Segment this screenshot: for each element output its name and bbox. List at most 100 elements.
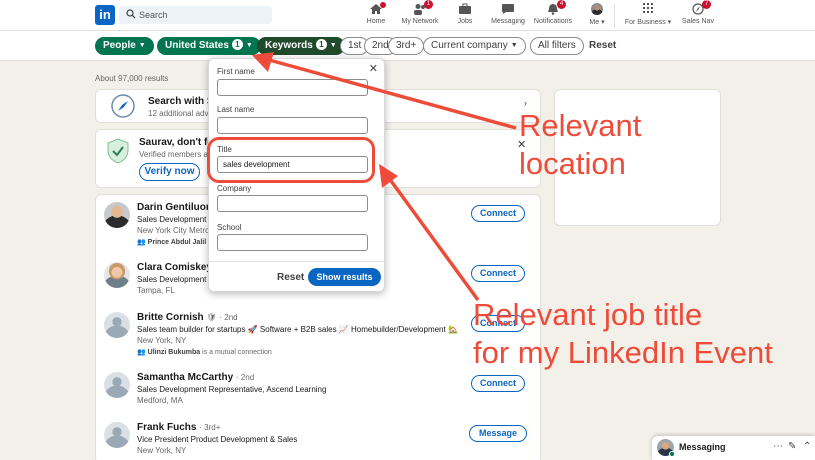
nav-sales-nav[interactable]: 7 Sales Nav bbox=[680, 0, 716, 29]
nav-messaging[interactable]: Messaging bbox=[490, 3, 526, 29]
all-filters-button[interactable]: All filters bbox=[530, 37, 584, 55]
nav-for-business[interactable]: For Business ▾ bbox=[624, 3, 672, 29]
annotation-location-line2: location bbox=[519, 146, 626, 181]
nav-me-label: Me ▾ bbox=[589, 19, 605, 26]
annotation-location-line1: Relevant bbox=[519, 108, 642, 143]
messaging-icon bbox=[502, 4, 514, 14]
network-icon: 1 bbox=[413, 0, 433, 15]
nav-my-network[interactable]: 1 My Network bbox=[400, 0, 440, 29]
school-label: School bbox=[217, 223, 242, 232]
filter-keywords-count: 1 bbox=[315, 39, 327, 50]
dropdown-reset-button[interactable]: Reset bbox=[277, 272, 304, 283]
save-search-subtitle: 12 additional adv bbox=[148, 109, 209, 118]
me-avatar bbox=[591, 3, 603, 15]
chevron-down-icon: ▼ bbox=[245, 42, 253, 49]
connect-button[interactable]: Connect bbox=[471, 205, 525, 222]
person-mutual: 👥 Ulinzi Bukumba is a mutual connection bbox=[137, 348, 272, 356]
person-name[interactable]: Frank Fuchs · 3rd+ bbox=[137, 422, 220, 433]
show-results-button[interactable]: Show results bbox=[308, 268, 381, 286]
person-name[interactable]: Britte Cornish 🛡 · 2nd bbox=[137, 312, 238, 323]
nav-messaging-label: Messaging bbox=[491, 18, 525, 25]
avatar[interactable] bbox=[104, 422, 130, 448]
school-field[interactable] bbox=[217, 234, 368, 251]
person-name[interactable]: Clara Comiskey bbox=[137, 262, 212, 273]
nav-me[interactable]: Me ▾ bbox=[586, 3, 608, 29]
chevron-up-icon[interactable]: ⌃ bbox=[803, 441, 811, 452]
first-name-field[interactable] bbox=[217, 79, 368, 96]
nav-sales-nav-label: Sales Nav bbox=[682, 18, 714, 25]
avatar[interactable] bbox=[104, 372, 130, 398]
filter-people-label: People bbox=[103, 40, 136, 51]
nav-home[interactable]: Home bbox=[364, 2, 388, 29]
search-icon bbox=[126, 9, 136, 19]
last-name-field[interactable] bbox=[217, 117, 368, 134]
person-mutual: 👥 Prince Abdul Jalil bbox=[137, 238, 206, 246]
filter-current-company[interactable]: Current company ▼ bbox=[423, 37, 526, 55]
filter-keywords-label: Keywords bbox=[265, 40, 313, 51]
messaging-label: Messaging bbox=[679, 442, 726, 452]
results-count: About 97,000 results bbox=[95, 74, 169, 83]
mutual-text: is a mutual connection bbox=[200, 349, 272, 356]
person-name-text: Britte Cornish bbox=[137, 312, 204, 323]
title-highlight bbox=[207, 137, 375, 183]
nav-home-label: Home bbox=[366, 18, 386, 25]
network-badge: 1 bbox=[424, 0, 433, 9]
compose-icon[interactable]: ✎ bbox=[788, 441, 796, 452]
avatar[interactable] bbox=[104, 262, 130, 288]
search-box[interactable] bbox=[119, 6, 272, 24]
company-label: Company bbox=[217, 184, 252, 193]
nav-notifications-label: Notifications bbox=[533, 18, 573, 25]
reset-filters-button[interactable]: Reset bbox=[589, 40, 616, 51]
sales-nav-badge: 7 bbox=[702, 0, 711, 9]
more-icon[interactable]: ⋯ bbox=[773, 441, 783, 452]
annotation-title-line1: Relevant job title bbox=[473, 297, 703, 332]
chevron-down-icon: ▼ bbox=[510, 42, 518, 49]
mutual-name: Ulinzi Bukumba bbox=[147, 349, 201, 356]
annotation-location: Relevant location bbox=[519, 107, 641, 183]
connect-button[interactable]: Connect bbox=[471, 375, 525, 392]
mutual-icon: 👥 bbox=[137, 239, 148, 246]
person-name[interactable]: Samantha McCarthy · 2nd bbox=[137, 372, 254, 383]
dropdown-divider bbox=[209, 261, 384, 262]
online-status-dot bbox=[669, 451, 675, 457]
search-input[interactable] bbox=[139, 8, 267, 22]
top-navigation: in Home 1 My Network Jobs Messaging 4 No… bbox=[0, 0, 815, 31]
person-title: Sales team builder for startups 🚀 Softwa… bbox=[137, 325, 458, 334]
nav-jobs-label: Jobs bbox=[457, 18, 473, 25]
annotation-title-line2: for my LinkedIn Event bbox=[473, 335, 773, 370]
mutual-name: Prince Abdul Jalil bbox=[147, 239, 207, 246]
nav-notifications[interactable]: 4 Notifications bbox=[532, 0, 574, 29]
person-title: Sales Development Representative, Ascend… bbox=[137, 385, 327, 394]
filter-location[interactable]: United States 1 ▼ bbox=[157, 37, 261, 55]
close-icon[interactable]: ✕ bbox=[369, 62, 378, 75]
nav-jobs[interactable]: Jobs bbox=[454, 3, 476, 29]
messaging-bar[interactable]: Messaging ⋯ ✎ ⌃ bbox=[652, 436, 815, 460]
avatar[interactable] bbox=[104, 312, 130, 338]
person-location: Medford, MA bbox=[137, 396, 183, 405]
notifications-badge: 4 bbox=[557, 0, 566, 9]
linkedin-logo[interactable]: in bbox=[95, 5, 115, 25]
nav-network-label: My Network bbox=[401, 18, 439, 25]
verify-now-button[interactable]: Verify now bbox=[139, 163, 200, 181]
person-title: Sales Development bbox=[137, 275, 207, 284]
compass-icon: 7 bbox=[691, 0, 711, 15]
person-name-text: Frank Fuchs bbox=[137, 422, 197, 433]
filter-people[interactable]: People ▼ bbox=[95, 37, 154, 55]
filter-3rd[interactable]: 3rd+ bbox=[388, 37, 425, 55]
shield-check-icon bbox=[107, 138, 129, 164]
verify-title: Saurav, don't fo bbox=[139, 137, 214, 148]
filter-keywords[interactable]: Keywords 1 ▼ bbox=[257, 37, 345, 55]
filter-location-count: 1 bbox=[231, 39, 243, 50]
chevron-down-icon: ▼ bbox=[329, 42, 337, 49]
filter-location-label: United States bbox=[165, 40, 229, 51]
connect-button[interactable]: Connect bbox=[471, 265, 525, 282]
home-dot bbox=[380, 2, 386, 8]
avatar[interactable] bbox=[104, 202, 130, 228]
person-degree: · 2nd bbox=[219, 313, 238, 322]
message-button[interactable]: Message bbox=[469, 425, 527, 442]
filter-bar: People ▼ United States 1 ▼ Keywords 1 ▼ 1st 2… bbox=[0, 31, 815, 61]
person-degree: · 2nd bbox=[235, 373, 255, 382]
verified-badge-icon: 🛡 bbox=[206, 313, 217, 322]
company-field[interactable] bbox=[217, 195, 368, 212]
grid-icon bbox=[643, 3, 653, 13]
